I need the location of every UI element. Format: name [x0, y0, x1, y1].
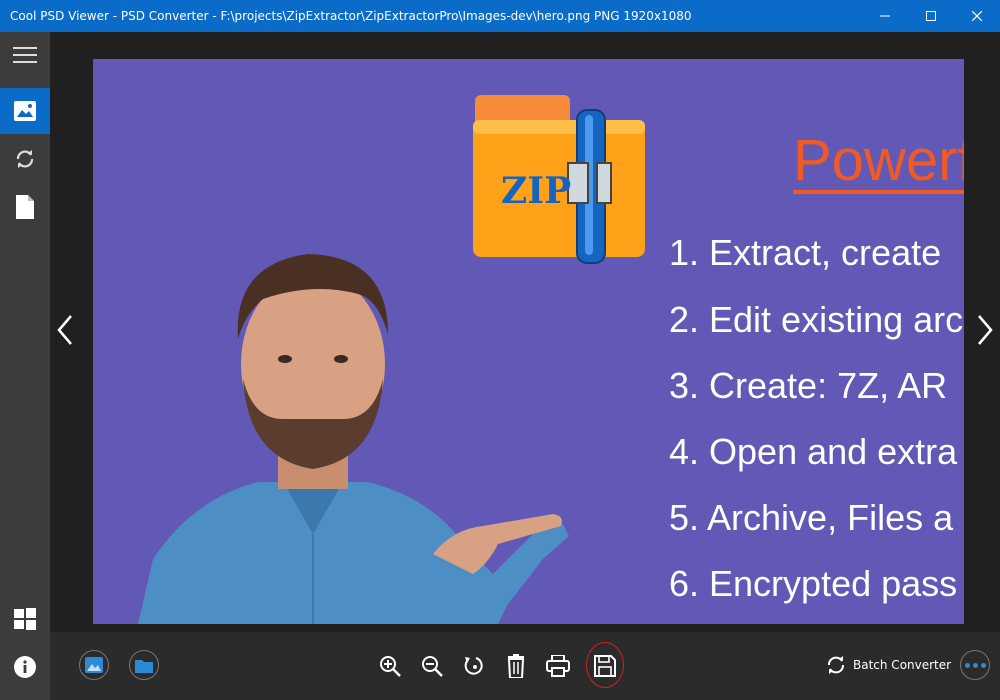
- feature-line: 4. Open and extra: [669, 431, 958, 472]
- window-title: Cool PSD Viewer - PSD Converter - F:\pro…: [10, 9, 692, 23]
- document-icon: [16, 195, 34, 219]
- person-photo: [138, 254, 569, 624]
- app-window: Cool PSD Viewer - PSD Converter - F:\pro…: [0, 0, 1000, 700]
- open-folder-icon: [135, 659, 153, 673]
- feature-line: 3. Create: 7Z, AR: [669, 365, 948, 406]
- rotate-button[interactable]: [457, 649, 491, 683]
- zip-folder-logo: ZIP: [473, 95, 645, 264]
- info-button[interactable]: [0, 644, 50, 690]
- gallery-button[interactable]: [79, 650, 109, 680]
- sync-icon: [828, 656, 844, 674]
- sidebar-item-viewer[interactable]: [0, 88, 50, 134]
- next-image-button[interactable]: [970, 312, 1000, 348]
- info-icon: [14, 656, 36, 678]
- sync-icon: [16, 150, 34, 168]
- menu-button[interactable]: [0, 32, 50, 78]
- zip-logo-text: ZIP: [501, 170, 571, 212]
- chevron-left-icon: [57, 315, 72, 345]
- minimize-button[interactable]: [862, 0, 908, 32]
- sidebar-item-documents[interactable]: [0, 184, 50, 230]
- feature-line: 5. Archive, Files a: [669, 497, 954, 538]
- close-button[interactable]: [954, 0, 1000, 32]
- windows-button[interactable]: [0, 596, 50, 642]
- feature-line: 6. Encrypted pass: [669, 563, 958, 604]
- zoom-out-button[interactable]: [415, 649, 449, 683]
- previous-image-button[interactable]: [50, 312, 80, 348]
- minimize-icon: [880, 15, 890, 17]
- batch-converter-label: Batch Converter: [853, 658, 952, 672]
- close-icon: [972, 11, 982, 21]
- more-options-button[interactable]: [960, 650, 990, 680]
- displayed-image: ZIP Powerf 1. Extract, create 2. Edit ex…: [93, 59, 964, 624]
- maximize-icon: [926, 11, 936, 21]
- print-icon: [546, 655, 570, 677]
- save-button[interactable]: [588, 649, 622, 683]
- delete-icon: [507, 654, 525, 678]
- more-dots-icon: [964, 662, 970, 668]
- chevron-right-icon: [978, 315, 993, 345]
- hamburger-menu-icon: [13, 47, 37, 63]
- maximize-button[interactable]: [908, 0, 954, 32]
- save-icon: [594, 655, 616, 677]
- feature-line: 2. Edit existing arc: [669, 299, 964, 340]
- sidebar: [0, 32, 50, 700]
- batch-converter-button[interactable]: Batch Converter: [825, 652, 951, 678]
- image-viewer: ZIP Powerf 1. Extract, create 2. Edit ex…: [50, 32, 1000, 632]
- zoom-in-button[interactable]: [373, 649, 407, 683]
- windows-logo-icon: [14, 608, 36, 630]
- open-folder-button[interactable]: [129, 650, 159, 680]
- bottom-toolbar: Batch Converter: [50, 632, 1000, 700]
- title-bar: Cool PSD Viewer - PSD Converter - F:\pro…: [0, 0, 1000, 32]
- zoom-out-icon: [422, 656, 443, 677]
- sidebar-item-converter[interactable]: [0, 136, 50, 182]
- image-icon: [14, 101, 36, 121]
- print-button[interactable]: [541, 649, 575, 683]
- feature-line: 1. Extract, create: [669, 232, 942, 273]
- gallery-icon: [85, 657, 103, 673]
- delete-button[interactable]: [499, 649, 533, 683]
- headline-underline: [793, 190, 964, 194]
- zoom-in-icon: [380, 656, 401, 677]
- image-headline: Powerf: [793, 128, 964, 193]
- rotate-icon: [464, 657, 483, 675]
